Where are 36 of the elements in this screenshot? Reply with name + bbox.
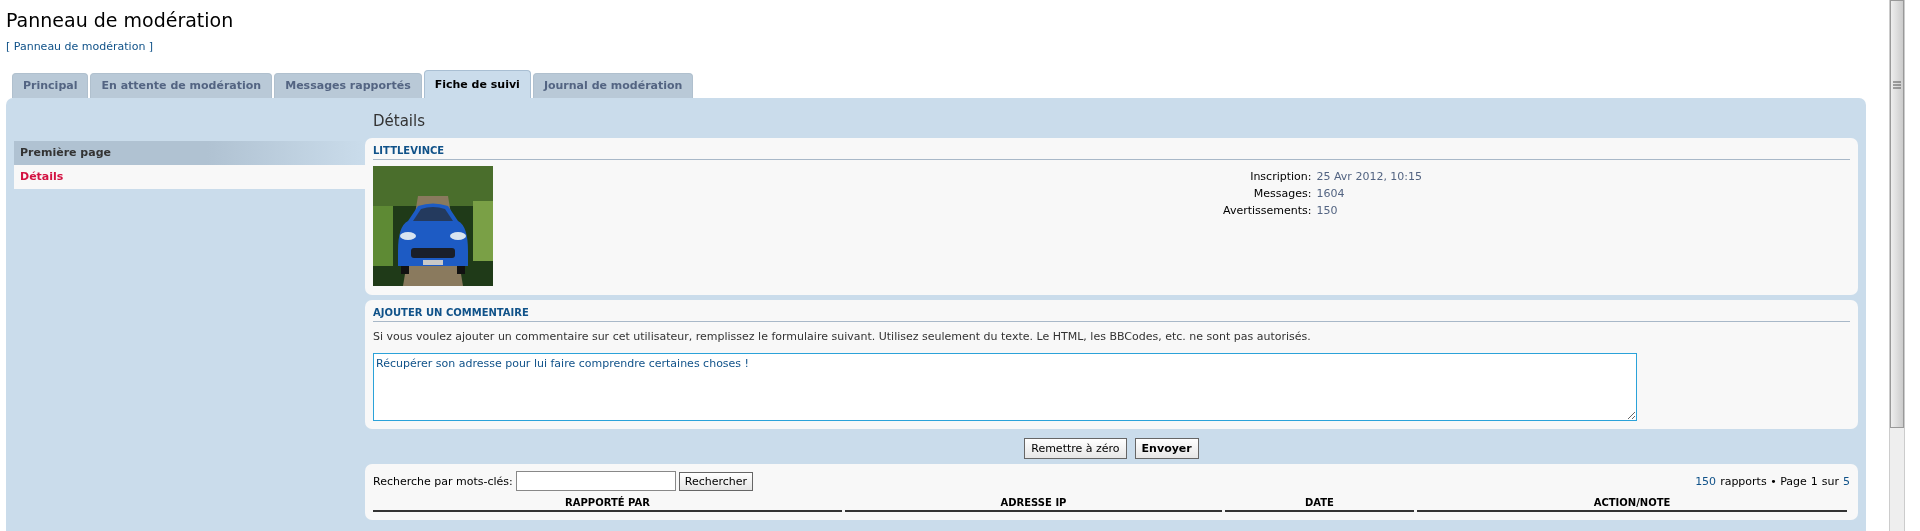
field-value: 150 [1316,204,1339,217]
field-label: Avertissements: [1223,204,1312,217]
current-page: 1 [1810,474,1818,488]
grip-icon [1893,81,1901,89]
column-header: DATE [1225,497,1414,512]
column-header: ADRESSE IP [845,497,1222,512]
tab[interactable]: Fiche de suivi [423,70,531,98]
reset-button[interactable]: Remettre à zéro [1024,438,1127,459]
field-value: 1604 [1316,187,1346,200]
comment-field[interactable]: Récupérer son adresse pour lui faire comprendre certaines choses ! [373,353,1637,421]
report-count-link[interactable]: 150 [1695,474,1717,488]
pagination-text: rapports • Page [1720,474,1807,488]
page-title: Panneau de modération [6,8,235,31]
tab[interactable]: En attente de modération [90,73,273,98]
column-header: RAPPORTÉ PAR [373,497,842,512]
tab[interactable]: Messages rapportés [274,73,422,98]
tab[interactable]: Journal de modération [532,73,694,98]
scrollbar[interactable] [1889,0,1905,531]
column-header: ACTION/NOTE [1417,497,1847,512]
tab[interactable]: Principal [12,73,89,98]
search-button[interactable]: Rechercher [678,471,754,491]
submit-button[interactable]: Envoyer [1134,438,1199,459]
scroll-thumb[interactable] [1890,0,1904,428]
section-title: Détails [372,111,426,132]
field-label: Messages: [1252,187,1312,200]
card-title: AJOUTER UN COMMENTAIRE [373,307,1850,322]
username: LITTLEVINCE [373,145,1850,160]
search-field[interactable] [515,471,676,491]
description: Si vous voulez ajouter un commentaire sur cet utilisateur, remplissez le formulaire suivant. Utilisez seulement du texte. Le HTML, les BBCodes, etc. ne sont pas autorisés. [373,330,1312,343]
field-label: Inscription: [1249,170,1312,183]
search-label: Recherche par mots-clés: [373,474,513,488]
pagination-text: sur [1821,474,1839,488]
breadcrumb-link[interactable]: [ Panneau de modération ] [6,40,154,53]
last-page-link[interactable]: 5 [1843,474,1850,488]
field-value: 25 Avr 2012, 10:15 [1316,170,1423,183]
sidebar-item[interactable]: Détails [14,165,365,189]
